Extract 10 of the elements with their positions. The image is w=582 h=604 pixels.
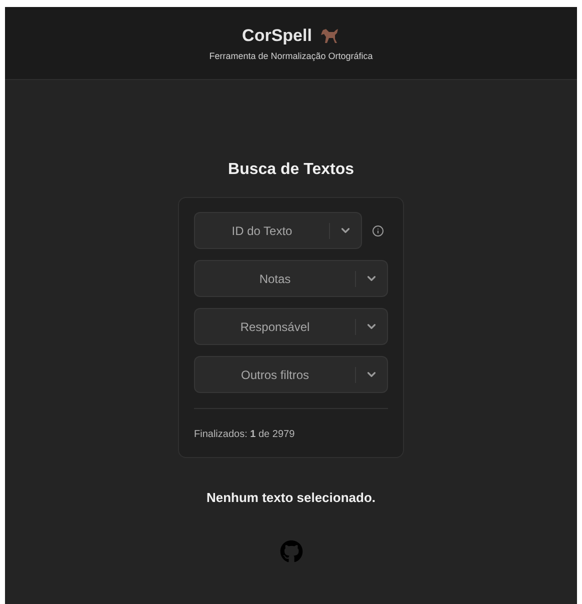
- filter-dropdown[interactable]: ID do Texto: [194, 212, 362, 249]
- filter-dropdown[interactable]: Responsável: [194, 308, 388, 345]
- section-title: Busca de Textos: [228, 160, 354, 180]
- app-subtitle: Ferramenta de Normalização Ortográfica: [209, 50, 373, 63]
- empty-message: Nenhum texto selecionado.: [206, 489, 376, 507]
- app-title: CorSpell: [242, 24, 312, 46]
- finalized-count: Finalizados: 1 de 2979: [194, 429, 295, 440]
- info-icon[interactable]: [372, 224, 384, 236]
- filter-dropdown[interactable]: Outros filtros: [194, 356, 388, 393]
- filter-dropdown[interactable]: Notas: [194, 260, 388, 297]
